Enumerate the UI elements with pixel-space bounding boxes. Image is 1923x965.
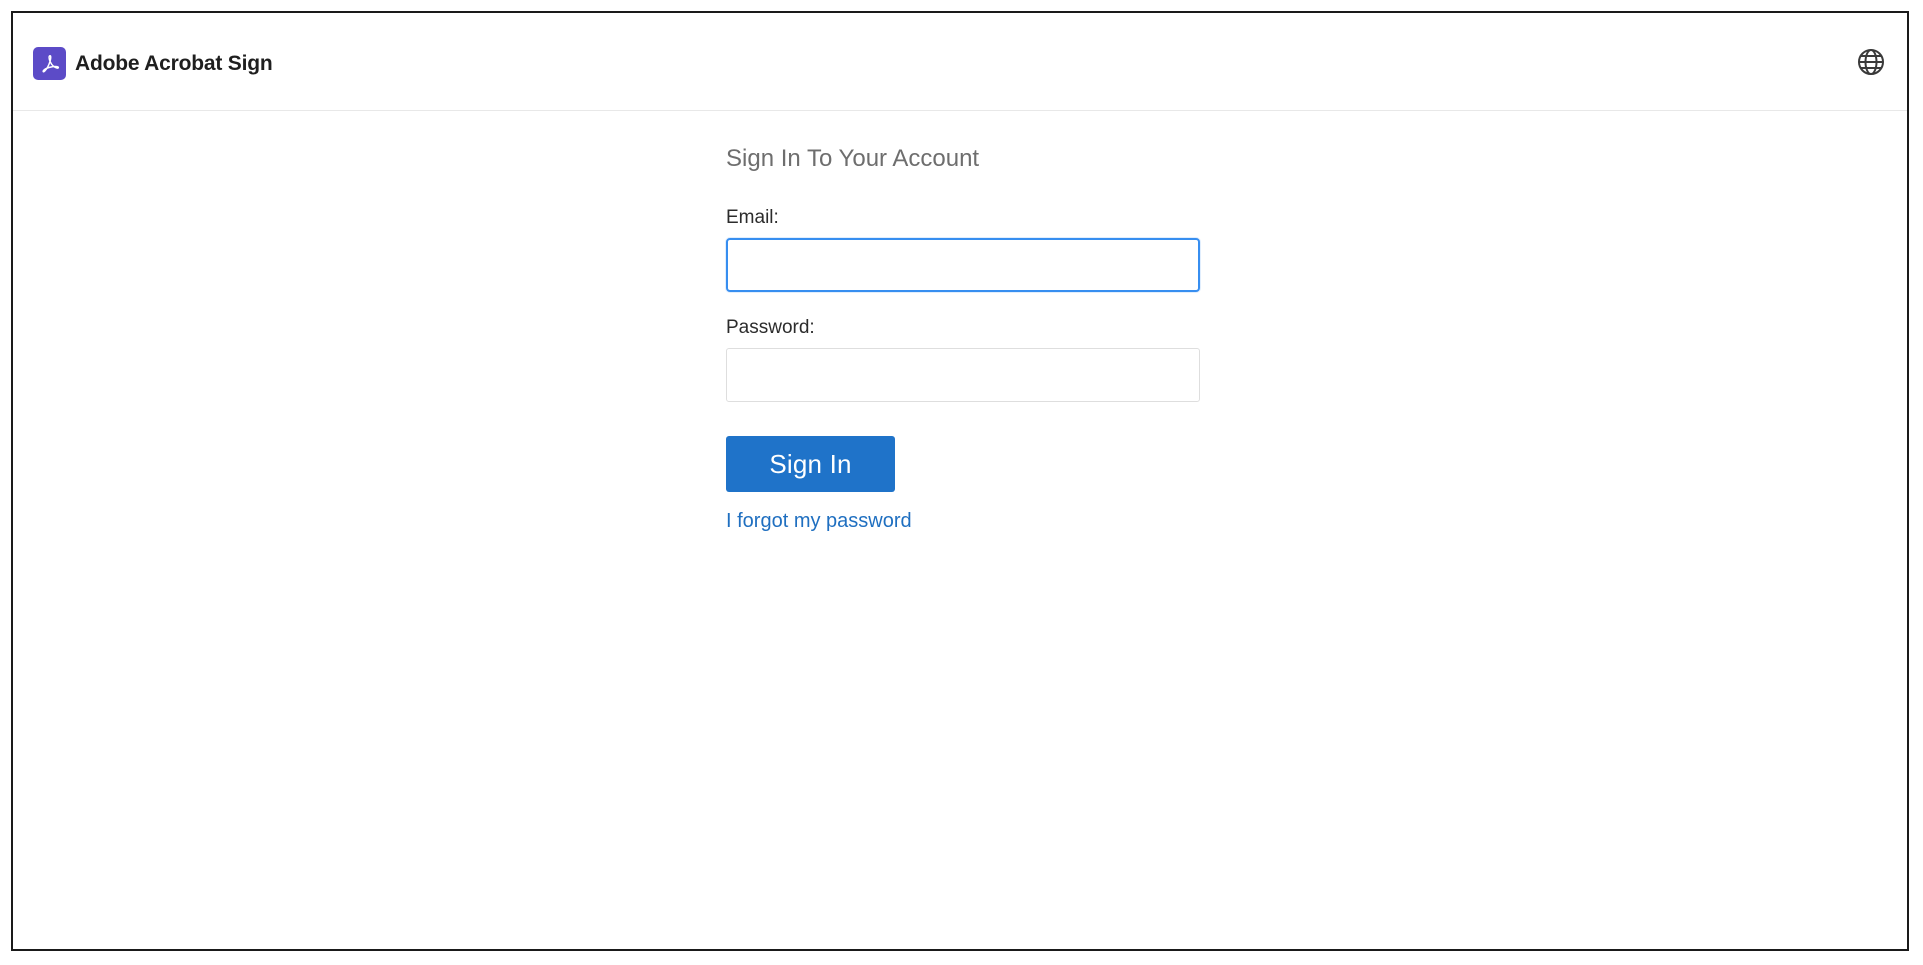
language-selector-icon: [1858, 49, 1884, 75]
globe-icon[interactable]: [1856, 47, 1886, 77]
acrobat-logo-icon[interactable]: [33, 47, 66, 80]
page-title: Sign In To Your Account: [726, 145, 980, 172]
brand-name: Adobe Acrobat Sign: [75, 52, 273, 75]
email-label: Email:: [726, 207, 779, 228]
email-input[interactable]: [726, 238, 1200, 292]
browser-frame: Adobe Acrobat Sign Sign In To Your Accou…: [11, 11, 1909, 951]
acrobat-glyph-icon: [41, 54, 59, 73]
top-header: Adobe Acrobat Sign: [13, 13, 1907, 111]
forgot-password-link[interactable]: I forgot my password: [726, 508, 912, 534]
password-label: Password:: [726, 317, 815, 338]
signin-form: Sign In To Your Account Email: Password:…: [726, 143, 1206, 534]
password-input[interactable]: [726, 348, 1200, 402]
sign-in-button[interactable]: Sign In: [726, 436, 895, 492]
